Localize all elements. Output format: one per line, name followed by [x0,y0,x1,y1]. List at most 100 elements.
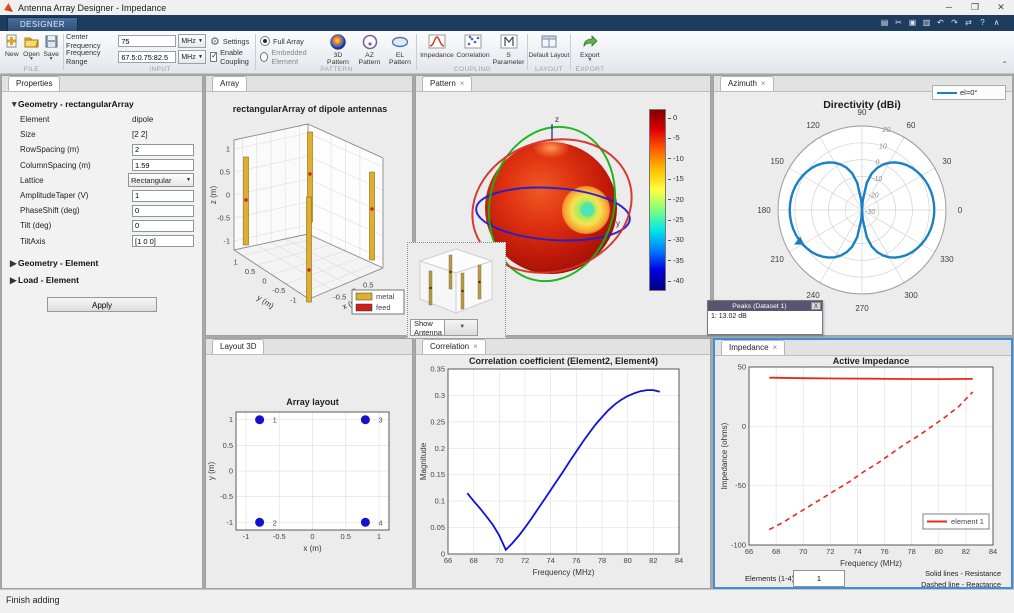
help-icon[interactable]: ? [977,16,988,29]
frequency-range-input[interactable] [118,51,177,63]
correlation-dots-icon [464,34,482,49]
svg-text:0: 0 [262,277,266,286]
az-pattern-button[interactable]: AZ Pattern [354,31,385,66]
apply-button[interactable]: Apply [47,296,157,312]
close-icon[interactable]: × [773,341,778,355]
el-pattern-button[interactable]: EL Pattern [385,31,415,66]
property-control[interactable] [132,219,194,232]
cut-icon[interactable]: ✂ [893,16,904,29]
sphere-3d-icon [330,34,346,50]
embedded-element-radio[interactable]: Embedded Element [260,48,322,66]
svg-text:0.05: 0.05 [430,523,445,532]
correlation-plot[interactable]: 66 68 70 72 74 76 78 80 82 84 0 0.05 0.1 0.15 0.2 0.25 0… [416,355,710,589]
property-control[interactable] [132,189,194,202]
expanded-triangle-icon: ▼ [10,99,19,109]
svg-text:72: 72 [521,556,529,565]
tab-properties[interactable]: Properties [8,76,61,91]
svg-text:metal: metal [376,292,395,301]
impedance-plot[interactable]: 66 68 70 72 74 76 78 80 82 84 -100 -50 0 50 Active Imp… [715,356,1011,569]
svg-text:82: 82 [649,556,657,565]
array-layout-plot[interactable]: -1 -0.5 0 0.5 1 -1 -0.5 0 0.5 1 Array layout x (m) y… [206,355,412,589]
tab-impedance[interactable]: Impedance × [721,340,786,355]
restore-button[interactable]: ❐ [962,0,988,15]
pattern-tabstrip: Pattern × [416,76,710,92]
section-load-element[interactable]: ▶Load - Element [2,272,202,289]
tab-designer[interactable]: DESIGNER [7,17,78,32]
close-icon[interactable]: × [761,77,766,91]
svg-text:0: 0 [310,532,314,541]
full-array-radio[interactable]: Full Array [260,34,322,48]
property-label: AmplitudeTaper (V) [20,191,89,201]
properties-tabstrip: Properties [2,76,202,92]
gear-icon: ⚙ [210,35,220,48]
svg-text:0: 0 [958,206,963,215]
svg-text:0.5: 0.5 [220,168,230,177]
pattern-3d-button[interactable]: 3D Pattern [322,31,354,66]
enable-coupling-checkbox[interactable]: Enable Coupling [210,48,254,66]
open-button[interactable]: Open ▼ [23,31,40,62]
copy-icon[interactable]: ▣ [907,16,918,29]
tab-pattern[interactable]: Pattern × [422,76,473,91]
toolbar: New Open ▼ Save ▼ FILE Center Frequency … [0,31,1014,74]
s-parameter-button[interactable]: S Parameter [491,31,526,66]
chevron-down-icon: ▼ [186,177,191,184]
center-frequency-unit-select[interactable]: MHz ▼ [178,34,206,48]
undo-icon[interactable]: ↶ [935,16,946,29]
close-icon[interactable]: X [811,302,821,310]
close-icon[interactable]: × [460,77,465,91]
colorbar-tick: 0 [668,113,677,122]
save-button[interactable]: Save ▼ [43,31,60,62]
frequency-range-unit-select[interactable]: MHz ▼ [178,50,206,64]
save-icon[interactable]: ▤ [879,16,890,29]
center-frequency-input[interactable] [118,35,177,47]
tab-correlation[interactable]: Correlation × [422,339,486,354]
svg-text:0: 0 [229,467,233,476]
toolbar-group-input: Center Frequency MHz▼ Frequency Range MH… [66,31,254,73]
show-antenna-select[interactable]: Show Antenna ▼ [410,319,478,337]
section-geometry-array[interactable]: ▼Geometry - rectangularArray [2,96,202,112]
export-dropdown-caret[interactable]: ▼ [571,58,609,63]
redo-icon[interactable]: ↷ [949,16,960,29]
svg-text:300: 300 [904,291,918,300]
switch-windows-icon[interactable]: ⇄ [963,16,974,29]
close-button[interactable]: ✕ [988,0,1014,15]
svg-text:x (m): x (m) [303,544,322,553]
peaks-title: Peaks (Dataset 1) [732,302,787,310]
section-geometry-element[interactable]: ▶Geometry - Element [2,255,202,272]
elements-input[interactable] [793,570,845,587]
default-layout-button[interactable]: Default Layout [528,31,570,59]
close-icon[interactable]: × [473,340,478,354]
svg-text:0.1: 0.1 [435,497,445,506]
property-control[interactable] [132,204,194,217]
peaks-value: 1: 13.02 dB [711,313,747,320]
colorbar-tick: -5 [668,133,680,142]
export-button[interactable]: Export ▼ [571,31,609,63]
collapsed-triangle-icon: ▶ [10,274,17,285]
tab-array[interactable]: Array [212,76,248,91]
property-control[interactable] [132,143,194,156]
minimize-button[interactable]: ─ [936,0,962,15]
correlation-button[interactable]: Correlation [455,31,491,66]
pattern-3d-plot[interactable]: z y x 0 -5 -10 -15 -20 -25 -30 -35 -40 Show Ante… [407,92,712,339]
property-label: ColumnSpacing (m) [20,160,91,170]
svg-text:150: 150 [770,157,784,166]
collapse-toolbar-icon[interactable]: ⌃ [1001,60,1008,69]
svg-text:68: 68 [469,556,477,565]
paste-icon[interactable]: ▥ [921,16,932,29]
property-control[interactable] [132,235,194,248]
array-3d-plot[interactable]: 10.50-0.5-110.50-0.5-1-0.500.5z (m)y (m)… [206,92,412,336]
radio-icon [260,36,270,46]
settings-button[interactable]: ⚙ Settings [210,34,254,48]
open-dropdown-caret[interactable]: ▼ [23,57,40,62]
svg-text:2: 2 [273,518,277,527]
property-control[interactable]: Rectangular ▼ [128,173,194,188]
tab-layout-3d[interactable]: Layout 3D [212,339,265,354]
property-control[interactable] [132,159,194,172]
minimize-ribbon-icon[interactable]: ∧ [991,16,1002,29]
tab-azimuth[interactable]: Azimuth × [720,76,774,91]
toolbar-group-layout: Default Layout LAYOUT [528,31,570,73]
svg-text:270: 270 [855,304,869,313]
impedance-button[interactable]: Impedance [419,31,455,66]
save-dropdown-caret[interactable]: ▼ [43,57,60,62]
new-button[interactable]: New [3,31,20,61]
